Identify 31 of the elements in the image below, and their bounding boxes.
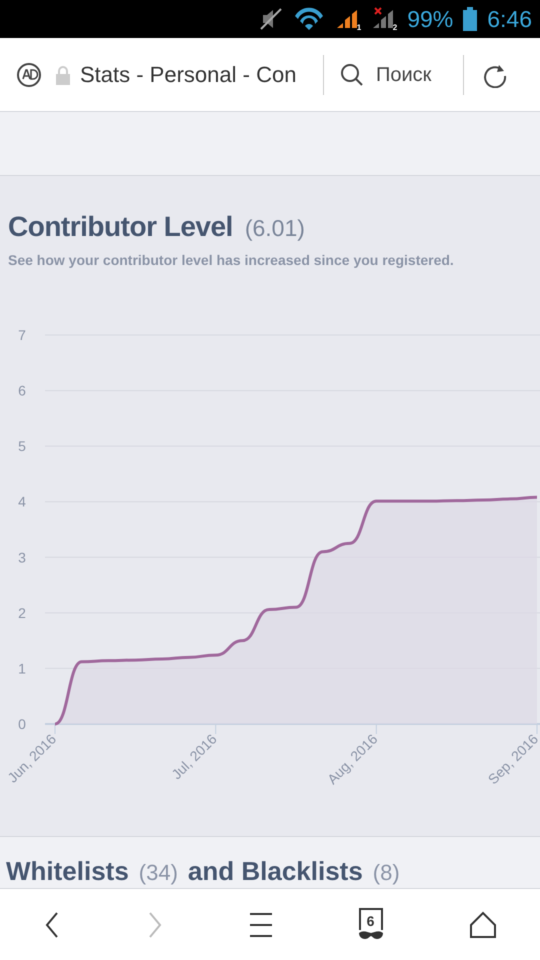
axis-label: 0 — [18, 716, 26, 732]
level-value: (6.01) — [244, 214, 305, 243]
search-field[interactable]: Поиск — [340, 54, 464, 94]
axis-label: 7 — [18, 327, 26, 343]
axis-label: 3 — [18, 549, 26, 566]
section-title: Contributor Level — [8, 210, 233, 244]
battery-icon — [463, 7, 478, 31]
search-icon — [340, 62, 364, 86]
wifi-icon — [293, 7, 326, 31]
axis-label: 1 — [18, 660, 26, 676]
menu-icon[interactable] — [250, 912, 272, 938]
count-label: (34) — [138, 862, 178, 884]
sim-label: 1 — [356, 24, 362, 32]
ad-block-icon[interactable] — [16, 62, 42, 88]
axis-label: 4 — [18, 494, 26, 510]
count-label: (8) — [372, 862, 400, 884]
page-title: Stats - Personal - Con — [80, 61, 296, 89]
axis-label: 6 — [18, 382, 26, 399]
battery-percent: 99% — [407, 4, 454, 34]
section-title: and Blacklists — [188, 858, 363, 884]
home-icon[interactable] — [469, 910, 498, 938]
axis-label: 2 — [18, 604, 26, 621]
mask-icon — [358, 930, 384, 940]
lock-icon — [54, 64, 72, 84]
clock: 6:46 — [487, 4, 532, 34]
sim-label: 2 — [392, 24, 398, 32]
mute-icon — [259, 7, 284, 31]
address-bar[interactable]: Stats - Personal - Con — [54, 54, 324, 94]
section-description: See how your contributor level has increased since you registered. — [7, 251, 455, 270]
section-title: Whitelists — [6, 858, 129, 884]
axis-label: 5 — [18, 438, 26, 454]
